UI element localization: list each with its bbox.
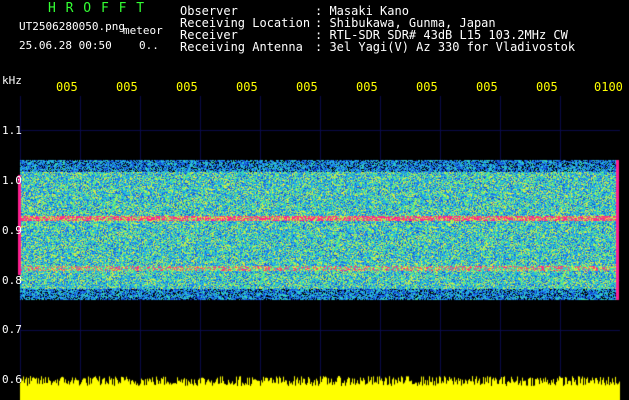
hroft-logo: H R O F F T [48,1,146,16]
time-tick: 005 [536,80,558,94]
antenna-value: : 3el Yagi(V) Az 330 for Vladivostok [315,40,576,54]
count: 0.. [139,39,159,52]
y-tick: 0.7 [2,323,22,336]
y-tick: 0.9 [2,224,22,237]
y-tick: 0.6 [2,373,22,386]
file-name: UT2506280050.png [19,21,125,33]
time-tick: 005 [296,80,318,94]
time-tick: 005 [356,80,378,94]
y-tick: 1.1 [2,124,22,137]
time-tick: 005 [56,80,78,94]
spectrogram-canvas [0,0,629,400]
y-tick: 0.8 [2,274,22,287]
time-tick: 005 [236,80,258,94]
y-tick: 1.0 [2,174,22,187]
time-tick: 005 [476,80,498,94]
antenna-label: Receiving Antenna [180,40,303,54]
detection-tag: meteor [123,24,163,37]
y-axis-unit: kHz [2,74,22,87]
time-tick: 005 [416,80,438,94]
time-tick: 0100 [594,80,623,94]
timestamp: 25.06.28 00:50 [19,39,112,52]
time-tick: 005 [116,80,138,94]
time-tick: 005 [176,80,198,94]
